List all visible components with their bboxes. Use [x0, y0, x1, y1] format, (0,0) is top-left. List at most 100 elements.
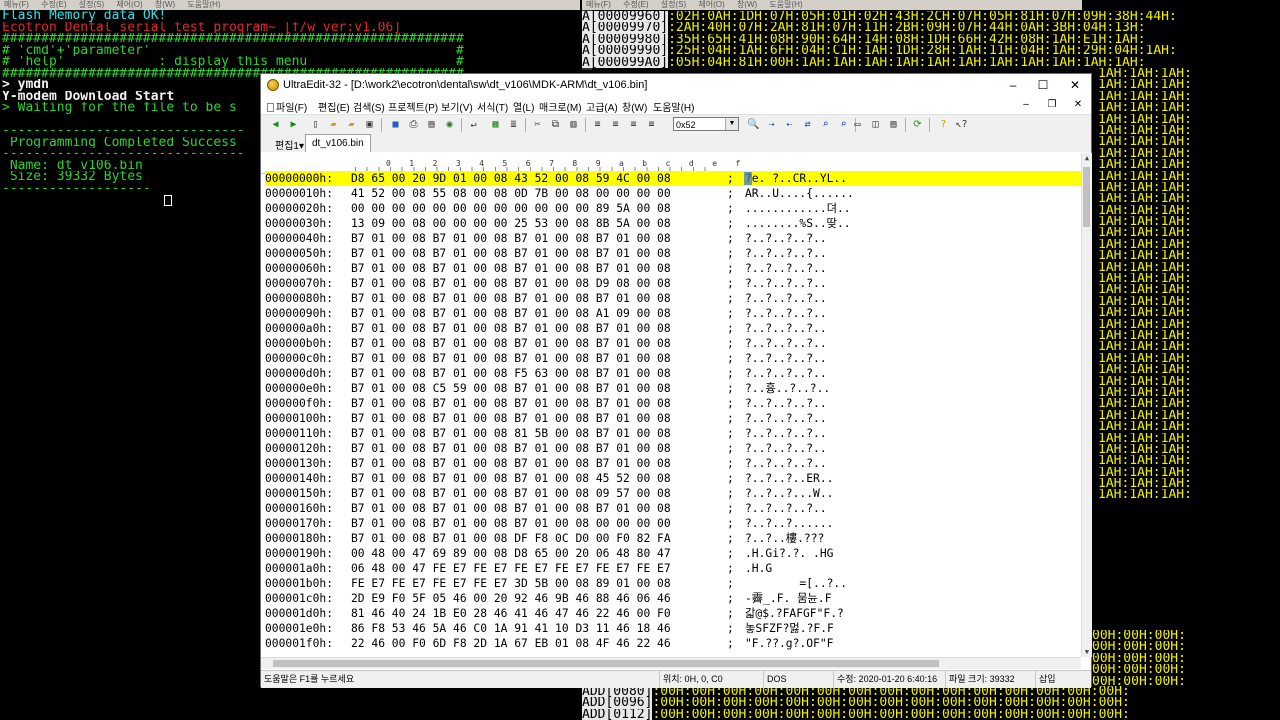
hex-offset[interactable]: 00000040h: [265, 231, 333, 246]
scroll-down-arrow-icon[interactable]: ▼ [1082, 647, 1092, 657]
replace-icon[interactable]: ⇄ [801, 118, 814, 131]
close-file-icon[interactable]: ▣ [363, 118, 376, 131]
window-split-icon[interactable]: ◫ [869, 118, 882, 131]
print-icon[interactable]: ⎙ [407, 118, 420, 131]
hex-offset[interactable]: 00000070h: [265, 276, 333, 291]
hex-row[interactable]: 00000150h: B7 01 00 08 B7 01 00 08 B7 01 … [265, 486, 1081, 501]
hex-row[interactable]: 00000130h: B7 01 00 08 B7 01 00 08 B7 01 … [265, 456, 1081, 471]
hex-offset[interactable]: 000001c0h: [265, 591, 333, 606]
hex-ascii[interactable]: ?..?..?..?.. [745, 246, 827, 261]
hex-bytes[interactable]: B7 01 00 08 B7 01 00 08 B7 01 00 08 B7 0… [351, 246, 671, 261]
hex-bytes[interactable]: B7 01 00 08 B7 01 00 08 B7 01 00 08 B7 0… [351, 291, 671, 306]
hex-ascii[interactable]: ?..?..?..?.. [745, 336, 827, 351]
menu-project[interactable]: 프로젝트(P) [388, 99, 438, 114]
hex-row[interactable]: 000001d0h: 81 46 40 24 1B E0 28 46 41 46 … [265, 606, 1081, 621]
new-file-icon[interactable]: ▯ [309, 118, 322, 131]
save-icon[interactable]: ■ [389, 118, 402, 131]
hex-ascii[interactable]: "F.??.g?.OF"F [745, 636, 833, 651]
vertical-scrollbar[interactable]: ▲ ▼ [1081, 153, 1092, 657]
hex-bytes[interactable]: B7 01 00 08 B7 01 00 08 B7 01 00 08 B7 0… [351, 351, 671, 366]
hex-bytes[interactable]: B7 01 00 08 C5 59 00 08 B7 01 00 08 B7 0… [351, 381, 671, 396]
hex-row[interactable]: 00000180h: B7 01 00 08 B7 01 00 08 DF F8 … [265, 531, 1081, 546]
hex-ascii[interactable]: ?..?..?...... [745, 516, 833, 531]
hex-row[interactable]: 000000e0h: B7 01 00 08 C5 59 00 08 B7 01 … [265, 381, 1081, 396]
hex-offset[interactable]: 00000120h: [265, 441, 333, 456]
tab-dt-v106-bin[interactable]: dt_v106.bin [305, 134, 371, 152]
hex-ascii[interactable]: ?..?..?..?.. [745, 501, 827, 516]
menu-item[interactable]: 설정(S) [661, 0, 686, 9]
menu-item[interactable]: 제어(O) [698, 0, 724, 9]
hex-offset[interactable]: 000001a0h: [265, 561, 333, 576]
hex-offset[interactable]: 000001e0h: [265, 621, 333, 636]
hex-row[interactable]: 00000050h: B7 01 00 08 B7 01 00 08 B7 01 … [265, 246, 1081, 261]
hex-ascii[interactable]: ?..?..?..?.. [745, 291, 827, 306]
chevron-down-icon[interactable]: ▼ [725, 118, 738, 130]
align-left-icon[interactable]: ≡ [591, 118, 604, 131]
menu-format[interactable]: 서식(T) [477, 99, 508, 114]
hex-ascii[interactable]: ?..?..?..?.. [745, 351, 827, 366]
tab-group-menu[interactable]: 편집1▾ [275, 137, 304, 152]
menu-edit[interactable]: 편집(E) [318, 99, 350, 114]
hex-ascii[interactable]: ........%S..땆.. [745, 216, 851, 231]
hex-offset[interactable]: 00000130h: [265, 456, 333, 471]
window-tile-icon[interactable]: ▭ [851, 118, 864, 131]
hex-offset[interactable]: 000000e0h: [265, 381, 333, 396]
hex-row[interactable]: 000001e0h: 86 F8 53 46 5A 46 C0 1A 91 41 … [265, 621, 1081, 636]
hex-offset[interactable]: 000001d0h: [265, 606, 333, 621]
hex-offset[interactable]: 00000140h: [265, 471, 333, 486]
hex-offset[interactable]: 000000a0h: [265, 321, 333, 336]
find-icon[interactable]: 🔍 [747, 118, 760, 131]
hex-ascii[interactable]: ?..?..?...W.. [745, 486, 833, 501]
hex-offset[interactable]: 00000180h: [265, 531, 333, 546]
hex-ascii[interactable]: ?..?..?..?.. [745, 261, 827, 276]
mdi-close-button[interactable]: ✕ [1069, 98, 1087, 111]
hex-offset[interactable]: 00000010h: [265, 186, 333, 201]
hex-ascii[interactable]: ?..?..?..?.. [745, 306, 827, 321]
hex-ascii[interactable]: ?..?..?..?.. [745, 456, 827, 471]
hex-offset[interactable]: 00000060h: [265, 261, 333, 276]
hex-bytes[interactable]: 81 46 40 24 1B E0 28 46 41 46 47 46 22 4… [351, 606, 671, 621]
align-right-icon[interactable]: ≡ [627, 118, 640, 131]
hex-offset[interactable]: 00000080h: [265, 291, 333, 306]
menu-item[interactable]: 수정(E) [41, 0, 66, 9]
hex-offset[interactable]: 000000c0h: [265, 351, 333, 366]
menu-item[interactable]: 제어(O) [116, 0, 142, 9]
menu-item[interactable]: 메뉴(F) [586, 0, 611, 9]
justify-icon[interactable]: ≡ [645, 118, 658, 131]
hex-ascii[interactable]: ?..?..?..ER.. [745, 471, 833, 486]
hex-row[interactable]: 00000110h: B7 01 00 08 B7 01 00 08 81 5B … [265, 426, 1081, 441]
hex-row[interactable]: 00000030h: 13 09 00 08 00 00 00 00 25 53 … [265, 216, 1081, 231]
vertical-scroll-thumb[interactable] [1083, 167, 1090, 227]
menu-view[interactable]: 보기(V) [441, 99, 473, 114]
hex-row[interactable]: 00000040h: B7 01 00 08 B7 01 00 08 B7 01 … [265, 231, 1081, 246]
paste-icon[interactable]: ▥ [567, 118, 580, 131]
hex-ascii[interactable]: ?..?..?..?.. [745, 231, 827, 246]
hex-ascii[interactable]: ?..?..?..?.. [745, 441, 827, 456]
hex-editor[interactable]: 0 1 2 3 4 5 6 7 8 9 a b c d e f 00000000h: D8 65 00 20 9… [261, 153, 1081, 657]
hex-offset[interactable]: 00000050h: [265, 246, 333, 261]
menu-search[interactable]: 검색(S) [353, 99, 385, 114]
menu-item[interactable]: 도움말(H) [187, 0, 220, 9]
web-icon[interactable]: ◉ [443, 118, 456, 131]
copy-icon[interactable]: ⧉ [549, 118, 562, 131]
hex-bytes[interactable]: B7 01 00 08 B7 01 00 08 B7 01 00 08 A1 0… [351, 306, 671, 321]
hex-row[interactable]: 000001f0h: 22 46 00 F0 6D F8 2D 1A 67 EB … [265, 636, 1081, 651]
hex-row[interactable]: 00000080h: B7 01 00 08 B7 01 00 08 B7 01 … [265, 291, 1081, 306]
hex-ascii[interactable]: ?e. ?..CR..YL.. [743, 171, 847, 186]
hex-offset[interactable]: 000001b0h: [265, 576, 333, 591]
align-center-icon[interactable]: ≡ [609, 118, 622, 131]
hex-ascii[interactable]: .H.G [745, 561, 772, 576]
hex-ascii[interactable]: .H.Gi?.?. .HG [745, 546, 833, 561]
hex-row[interactable]: 00000010h: 41 52 00 08 55 08 00 08 0D 7B … [265, 186, 1081, 201]
hex-bytes[interactable]: B7 01 00 08 B7 01 00 08 B7 01 00 08 45 5… [351, 471, 671, 486]
help-icon[interactable]: ? [937, 118, 950, 131]
minimize-button[interactable]: – [997, 74, 1029, 96]
hex-bytes[interactable]: 2D E9 F0 5F 05 46 00 20 92 46 9B 46 88 4… [351, 591, 671, 606]
hex-bytes[interactable]: B7 01 00 08 B7 01 00 08 B7 01 00 08 09 5… [351, 486, 671, 501]
open-folder-icon[interactable]: ▰ [327, 118, 340, 131]
hex-row[interactable]: 00000020h: 00 00 00 00 00 00 00 00 00 00 … [265, 201, 1081, 216]
hex-row[interactable]: 000000d0h: B7 01 00 08 B7 01 00 08 F5 63 … [265, 366, 1081, 381]
maximize-button[interactable]: ☐ [1027, 74, 1059, 96]
hex-bytes[interactable]: 41 52 00 08 55 08 00 08 0D 7B 00 08 00 0… [351, 186, 671, 201]
window-list-icon[interactable]: ▤ [887, 118, 900, 131]
